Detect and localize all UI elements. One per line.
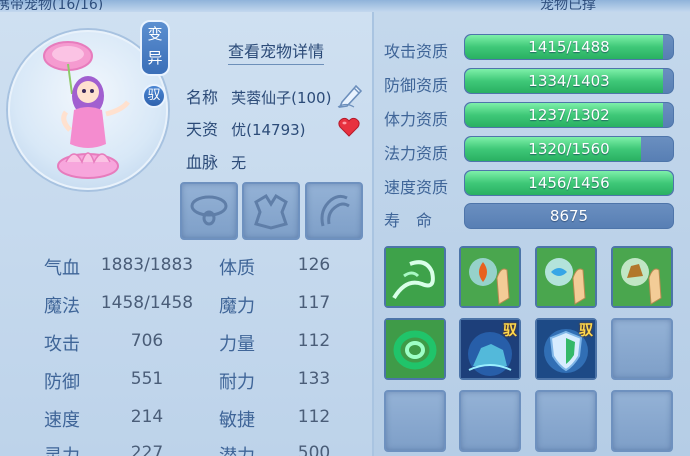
ride-badge[interactable]: 驭 [142, 84, 166, 108]
pet-name-row: 名称 芙蓉仙子(100) [186, 84, 331, 108]
right-tab-title[interactable]: 宠物已撑 [540, 0, 690, 10]
apt-label-stamina: 体力资质 [384, 110, 449, 129]
stat-value-attack: 706 [130, 331, 164, 351]
equip-slot-collar[interactable] [180, 182, 238, 240]
stat-label-potential: 潜力 [219, 442, 255, 456]
pet-name-value: 芙蓉仙子(100) [231, 89, 332, 107]
pet-name-label: 名称 [186, 88, 219, 107]
lifespan-bar: 8675 [464, 203, 674, 229]
stat-value-potential: 500 [297, 443, 331, 456]
skill-slot-5[interactable] [384, 318, 446, 380]
water-orb-skill-icon [537, 248, 595, 306]
party-tab-title[interactable]: 携带宠物(16/16) [0, 0, 196, 10]
skill-slot-8-empty[interactable] [611, 318, 673, 380]
stat-value-spirit: 227 [130, 443, 164, 456]
stat-label-endurance: 耐力 [219, 372, 255, 393]
stat-value-agility: 112 [297, 407, 331, 427]
edit-name-pencil-icon[interactable] [336, 80, 366, 108]
collar-slot-icon [190, 195, 228, 226]
stat-value-speed: 214 [130, 407, 164, 427]
green-coil-skill-icon [386, 320, 444, 378]
fire-palm-skill-icon [461, 248, 519, 306]
stat-label-attack: 攻击 [44, 334, 80, 355]
stat-value-hp: 1883/1883 [100, 255, 194, 275]
apt-label-speed: 速度资质 [384, 178, 449, 197]
stat-label-hp: 气血 [44, 258, 80, 279]
skill-slot-1[interactable] [384, 246, 446, 308]
stat-value-magic-power: 117 [297, 293, 331, 313]
ride-tag-skill-6: 驭 [503, 323, 517, 339]
variant-badge-char-1: 变 [147, 25, 163, 43]
skill-slot-12-empty[interactable] [611, 390, 673, 452]
skill-slot-10-empty[interactable] [459, 390, 521, 452]
variant-badge-char-2: 异 [147, 49, 163, 67]
stat-label-defense: 防御 [44, 372, 80, 393]
bloodline-value: 无 [231, 154, 247, 172]
lifespan-value: 8675 [549, 207, 589, 225]
aptitude-label: 天资 [186, 120, 219, 139]
pet-aptitude-row: 天资 优(14793) [186, 116, 306, 140]
favorite-heart-icon[interactable] [338, 117, 360, 137]
talisman-slot-icon [320, 194, 350, 227]
apt-bar-defense: 1334/1403 [464, 68, 674, 94]
stat-value-strength: 112 [297, 331, 331, 351]
bloodline-label: 血脉 [186, 153, 219, 172]
stat-label-speed: 速度 [44, 410, 80, 431]
apt-label-mana: 法力资质 [384, 144, 449, 163]
stat-label-spirit: 灵力 [44, 442, 80, 456]
skill-slot-6[interactable]: 驭 [459, 318, 521, 380]
skill-slot-2[interactable] [459, 246, 521, 308]
stat-value-endurance: 133 [297, 369, 331, 389]
earth-palm-skill-icon [613, 248, 671, 306]
stat-label-magic-power: 魔力 [219, 296, 255, 317]
equip-slot-talisman[interactable] [305, 182, 363, 240]
apt-value-mana: 1320/1560 [528, 140, 610, 158]
apt-bar-stamina: 1237/1302 [464, 102, 674, 128]
wind-spiral-skill-icon [386, 248, 444, 306]
apt-value-attack: 1415/1488 [528, 38, 610, 56]
view-pet-details-link[interactable]: 查看宠物详情 [228, 38, 325, 65]
aptitude-value: 优(14793) [231, 121, 306, 139]
skill-slot-4[interactable] [611, 246, 673, 308]
apt-value-speed: 1456/1456 [528, 174, 610, 192]
skill-slot-11-empty[interactable] [535, 390, 597, 452]
apt-label-defense: 防御资质 [384, 76, 449, 95]
skill-slot-7[interactable]: 驭 [535, 318, 597, 380]
lifespan-label: 寿 命 [384, 211, 433, 230]
armor-slot-icon [254, 193, 288, 230]
apt-bar-mana: 1320/1560 [464, 136, 674, 162]
stat-label-constitution: 体质 [219, 258, 255, 279]
pet-bloodline-row: 血脉 无 [186, 149, 246, 173]
stat-value-mp: 1458/1458 [100, 293, 194, 313]
stat-value-constitution: 126 [297, 255, 331, 275]
equip-slot-armor[interactable] [242, 182, 300, 240]
apt-bar-speed: 1456/1456 [464, 170, 674, 196]
skill-slot-9-empty[interactable] [384, 390, 446, 452]
apt-value-defense: 1334/1403 [528, 72, 610, 90]
stat-value-defense: 551 [130, 369, 164, 389]
stat-label-mp: 魔法 [44, 296, 80, 317]
pet-fairy-portrait-icon[interactable] [30, 34, 140, 184]
apt-label-attack: 攻击资质 [384, 42, 449, 61]
skill-slot-3[interactable] [535, 246, 597, 308]
stat-label-agility: 敏捷 [219, 410, 255, 431]
apt-value-stamina: 1237/1302 [528, 106, 610, 124]
stat-label-strength: 力量 [219, 334, 255, 355]
ride-tag-skill-7: 驭 [579, 323, 593, 339]
apt-bar-attack: 1415/1488 [464, 34, 674, 60]
variant-badge: 变 异 [140, 20, 170, 76]
